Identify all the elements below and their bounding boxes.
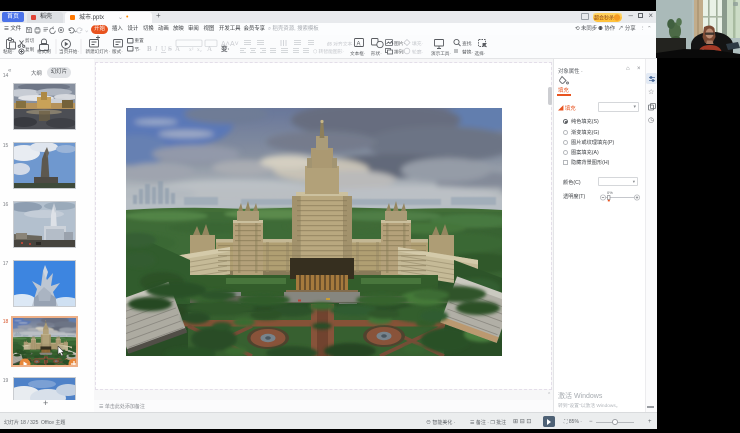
svg-text:0%: 0%: [607, 190, 613, 195]
svg-text:查找: 查找: [462, 40, 472, 47]
svg-text:填充·: 填充·: [412, 40, 424, 47]
svg-text:A˅: A˅: [230, 41, 239, 48]
svg-text:图片·: 图片·: [394, 40, 406, 47]
svg-text:排列·: 排列·: [394, 49, 406, 56]
svg-text:替换·: 替换·: [462, 49, 474, 56]
svg-text:B: B: [147, 45, 152, 53]
svg-text:A˄: A˄: [221, 41, 230, 48]
svg-text:㏈ 对齐文本·: ㏈ 对齐文本·: [327, 41, 354, 48]
svg-text:超会秒杀: 超会秒杀: [594, 14, 614, 21]
svg-text:S: S: [168, 45, 172, 53]
svg-text:x²: x²: [189, 47, 194, 53]
svg-text:x₂: x₂: [197, 47, 202, 53]
svg-text:U: U: [161, 45, 166, 53]
svg-text:A: A: [357, 42, 361, 48]
svg-text:轮廓·: 轮廓·: [412, 49, 424, 56]
svg-text:⬡ 转智能图形·: ⬡ 转智能图形·: [313, 48, 345, 55]
svg-text:I: I: [154, 45, 158, 53]
